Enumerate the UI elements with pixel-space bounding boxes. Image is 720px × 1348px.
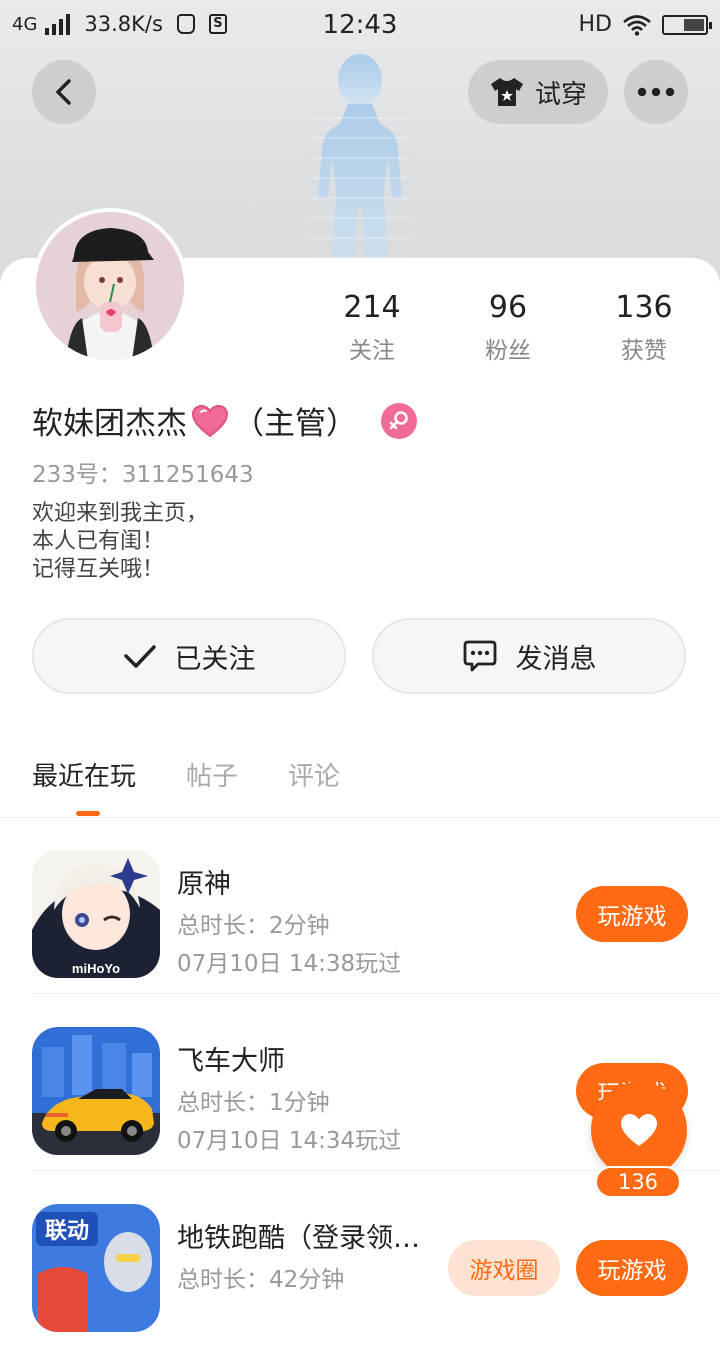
list-item[interactable]: miHoYo 原神 总时长：2分钟 07月10日 14:38玩过 玩游戏 bbox=[0, 818, 720, 994]
stat-following[interactable]: 214 关注 bbox=[302, 290, 442, 365]
battery-icon bbox=[662, 14, 712, 35]
heart-emoji-icon bbox=[191, 404, 229, 437]
message-label: 发消息 bbox=[515, 643, 597, 675]
stat-value: 96 bbox=[488, 290, 528, 325]
hd-indicator: HD bbox=[578, 12, 612, 37]
user-id: 233号：311251643 bbox=[32, 462, 254, 488]
subway-icon: 联动 bbox=[32, 1204, 160, 1332]
profile-bio: 欢迎来到我主页， 本人已有闺！ 记得互关哦！ bbox=[32, 501, 209, 582]
follow-label: 已关注 bbox=[174, 643, 256, 675]
active-tab-indicator bbox=[76, 811, 100, 816]
avatar-image bbox=[36, 212, 184, 360]
stat-value: 136 bbox=[615, 290, 673, 325]
profile-title: （主管） bbox=[233, 406, 357, 442]
list-item[interactable]: 联动 地铁跑酷（登录领… 总时长：42分钟 游戏圈 玩游戏 bbox=[0, 1172, 720, 1348]
more-button[interactable] bbox=[624, 60, 688, 124]
tab-posts[interactable]: 帖子 bbox=[186, 756, 238, 793]
stat-followers[interactable]: 96 粉丝 bbox=[438, 290, 578, 365]
back-button[interactable] bbox=[32, 60, 96, 124]
heart-icon bbox=[621, 1114, 657, 1146]
tab-comments[interactable]: 评论 bbox=[288, 756, 340, 793]
svg-text:联动: 联动 bbox=[45, 1218, 89, 1243]
tshirt-icon bbox=[490, 78, 523, 106]
avatar[interactable] bbox=[32, 208, 188, 364]
svg-text:miHoYo: miHoYo bbox=[72, 961, 120, 976]
like-button[interactable] bbox=[591, 1082, 687, 1178]
genshin-icon: miHoYo bbox=[32, 850, 160, 978]
game-duration: 总时长：2分钟 bbox=[177, 913, 330, 939]
game-duration: 总时长：1分钟 bbox=[177, 1090, 330, 1116]
gender-female-icon bbox=[381, 402, 417, 439]
profile-name-row: 软妹团杰杰 （主管） bbox=[32, 398, 417, 443]
message-button[interactable]: 发消息 bbox=[372, 618, 686, 694]
wifi-icon bbox=[623, 14, 651, 36]
stat-value: 214 bbox=[343, 290, 401, 325]
play-game-button[interactable]: 玩游戏 bbox=[576, 1240, 688, 1296]
divider bbox=[32, 993, 720, 994]
chevron-left-icon bbox=[56, 79, 71, 105]
stat-label: 关注 bbox=[349, 338, 395, 364]
avatar-figure-hologram bbox=[310, 54, 410, 278]
play-game-button[interactable]: 玩游戏 bbox=[576, 886, 688, 942]
checkmark-icon bbox=[123, 645, 156, 668]
status-bar: 4G 33.8K/s S 12:43 HD bbox=[0, 0, 720, 50]
game-last-played: 07月10日 14:34玩过 bbox=[177, 1128, 402, 1154]
try-on-label: 试穿 bbox=[534, 79, 587, 110]
game-title: 原神 bbox=[177, 869, 231, 900]
stat-likes[interactable]: 136 获赞 bbox=[574, 290, 714, 365]
follow-button[interactable]: 已关注 bbox=[32, 618, 346, 694]
game-title: 地铁跑酷（登录领… bbox=[177, 1223, 420, 1254]
racing-icon bbox=[32, 1027, 160, 1155]
try-on-button[interactable]: 试穿 bbox=[468, 60, 608, 124]
stat-label: 获赞 bbox=[621, 338, 667, 364]
game-duration: 总时长：42分钟 bbox=[177, 1267, 345, 1293]
game-last-played: 07月10日 14:38玩过 bbox=[177, 951, 402, 977]
more-dots-icon bbox=[637, 87, 675, 97]
stat-label: 粉丝 bbox=[485, 338, 531, 364]
game-circle-button[interactable]: 游戏圈 bbox=[448, 1240, 560, 1296]
profile-name: 软妹团杰杰 bbox=[32, 406, 187, 442]
profile-tabs: 最近在玩 帖子 评论 bbox=[32, 756, 340, 793]
chat-bubble-icon bbox=[463, 640, 496, 672]
like-count-badge: 136 bbox=[595, 1166, 681, 1198]
tab-recent-played[interactable]: 最近在玩 bbox=[32, 756, 136, 793]
game-title: 飞车大师 bbox=[177, 1046, 285, 1077]
